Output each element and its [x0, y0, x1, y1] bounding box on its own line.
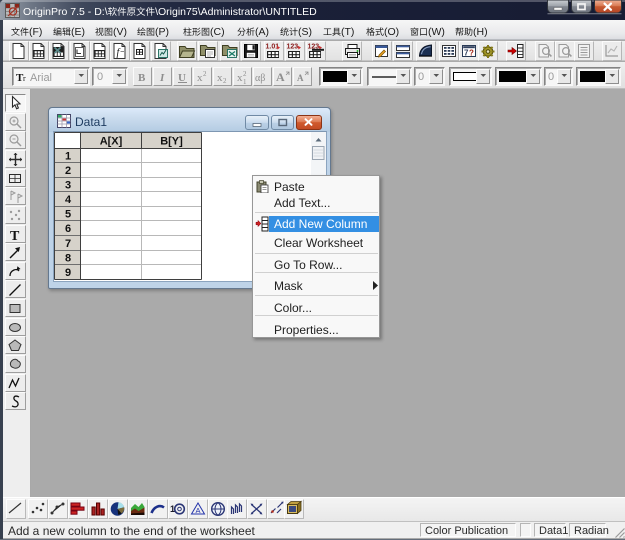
svg-text:3: 3 [65, 180, 71, 192]
svg-text:5: 5 [65, 209, 71, 221]
svg-text:2: 2 [223, 77, 227, 85]
svg-text:2: 2 [243, 70, 247, 78]
svg-text:A: A [276, 70, 285, 84]
svg-text:4: 4 [65, 194, 72, 206]
svg-text:2: 2 [65, 165, 71, 177]
svg-text:1: 1 [243, 78, 247, 85]
svg-text:(H): (H) [473, 26, 488, 38]
svg-text:(V): (V) [113, 26, 127, 38]
svg-text:r: r [23, 74, 26, 83]
svg-text:(E): (E) [71, 26, 85, 38]
svg-text:(P): (P) [155, 26, 169, 38]
svg-text:6: 6 [65, 223, 71, 235]
svg-text:(T): (T) [341, 26, 354, 38]
svg-text:(C): (C) [210, 26, 225, 38]
svg-text:A: A [196, 506, 201, 515]
svg-text:T: T [10, 229, 20, 242]
svg-text:1: 1 [65, 151, 71, 163]
svg-text:8: 8 [65, 253, 71, 265]
svg-text:B: B [138, 72, 146, 84]
svg-text:7: 7 [65, 238, 71, 250]
svg-text:(F): (F) [29, 26, 42, 38]
svg-text:?: ? [469, 49, 474, 58]
svg-text:9: 9 [65, 267, 71, 279]
svg-text:αβ: αβ [255, 73, 265, 84]
svg-text:(A): (A) [255, 26, 269, 38]
svg-text:(W): (W) [428, 26, 445, 38]
svg-text:\Origin75\Administrator\UNTITL: \Origin75\Administrator\UNTITLED [155, 6, 317, 18]
svg-text:(O): (O) [384, 26, 399, 38]
svg-text:B[Y]: B[Y] [160, 136, 183, 148]
svg-text:Arial: Arial [30, 72, 52, 84]
svg-text:2: 2 [203, 70, 207, 78]
svg-text:I: I [159, 72, 165, 84]
svg-text:A[X]: A[X] [100, 136, 123, 148]
svg-text:OriginPro 7.5 - D:\: OriginPro 7.5 - D:\ [23, 6, 108, 18]
svg-text:123: 123 [287, 44, 299, 51]
svg-text:(S): (S) [298, 26, 312, 38]
svg-text:A: A [297, 73, 304, 83]
